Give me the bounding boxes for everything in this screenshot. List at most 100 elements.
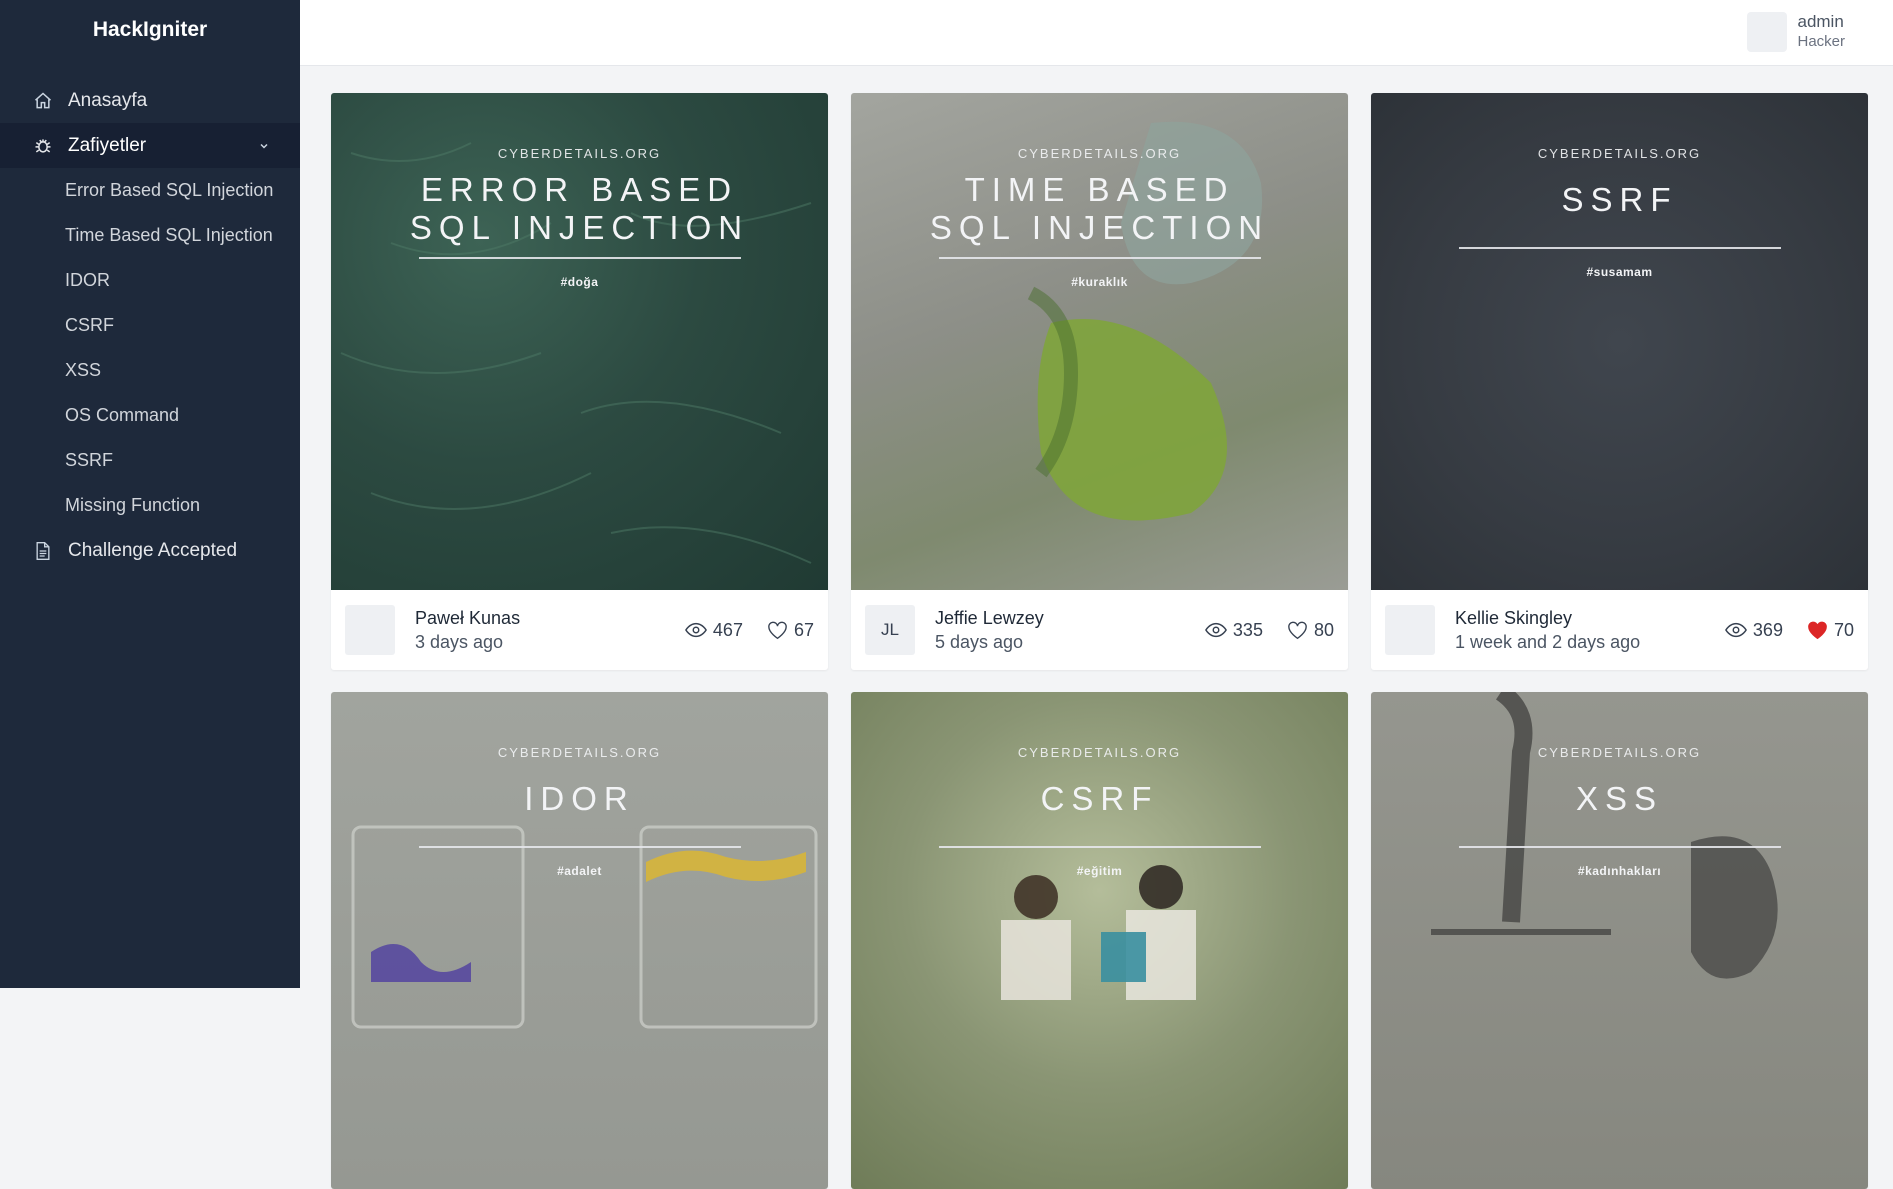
post-time: 5 days ago [935,631,1024,652]
author-name[interactable]: Kellie Skingley [1455,607,1640,630]
sidebar-subitem-error-based-sql[interactable]: Error Based SQL Injection [0,168,300,213]
avatar[interactable] [1747,12,1788,52]
heart-icon [768,621,787,639]
author-name[interactable]: Paweł Kunas [415,607,520,630]
sidebar-item-label: Anasayfa [68,89,148,111]
sidebar-subitem-csrf[interactable]: CSRF [0,303,300,348]
site-label: CYBERDETAILS.ORG [497,146,662,161]
sidebar-item-challenge-accepted[interactable]: Challenge Accepted [0,528,300,573]
post-time: 3 days ago [415,631,504,652]
card-title-line1: ERROR BASED [420,171,739,208]
card-meta: Kellie Skingley 1 week and 2 days ago 36… [1371,590,1868,670]
card-title-line2: SQL INJECTION [929,209,1270,246]
card-stats: 335 80 [1181,620,1334,641]
author-avatar[interactable] [345,605,395,655]
card-title-line1: TIME BASED [964,171,1235,208]
card-title: CSRF [851,780,1348,818]
card-tag: #kuraklık [1071,275,1128,289]
views-stat: 335 [1204,619,1263,641]
card-image[interactable]: CYBERDETAILS.ORG XSS #kadınhakları [1371,692,1868,1189]
likes-count: 67 [793,619,814,640]
post-time: 1 week and 2 days ago [1455,631,1641,652]
card-meta: JL Jeffie Lewzey 5 days ago 335 80 [851,590,1348,670]
eye-icon [684,622,707,638]
likes-count: 80 [1313,619,1334,640]
sidebar-subitem-time-based-sql[interactable]: Time Based SQL Injection [0,213,300,258]
sidebar-subitem-ssrf[interactable]: SSRF [0,438,300,483]
sidebar-subitem-idor[interactable]: IDOR [0,258,300,303]
card-title-line1: SSRF [1561,181,1678,218]
author-avatar[interactable] [1385,605,1435,655]
card-title: TIME BASED SQL INJECTION [851,171,1348,247]
card-overlay: CYBERDETAILS.ORG XSS #kadınhakları [1371,692,1868,878]
title-divider [938,846,1261,848]
document-icon [32,540,54,562]
like-button[interactable]: 70 [1807,620,1854,641]
home-icon [32,90,54,112]
title-divider [1458,846,1781,848]
card-time-based-sql[interactable]: CYBERDETAILS.ORG TIME BASED SQL INJECTIO… [851,93,1348,670]
like-button[interactable]: 80 [1287,620,1334,641]
card-overlay: CYBERDETAILS.ORG SSRF #susamam [1371,93,1868,279]
likes-count: 70 [1833,619,1854,640]
card-image[interactable]: CYBERDETAILS.ORG IDOR #adalet [331,692,828,1189]
top-bar: admin Hacker [300,0,1893,66]
card-image[interactable]: CYBERDETAILS.ORG ERROR BASED SQL INJECTI… [331,93,828,590]
card-image[interactable]: CYBERDETAILS.ORG SSRF #susamam [1371,93,1868,590]
site-label: CYBERDETAILS.ORG [497,745,662,760]
author-name[interactable]: Jeffie Lewzey [935,607,1044,630]
heart-icon [1288,621,1307,639]
card-meta: Paweł Kunas 3 days ago 467 67 [331,590,828,670]
sidebar-subitem-xss[interactable]: XSS [0,348,300,393]
card-overlay: CYBERDETAILS.ORG CSRF #eğitim [851,692,1348,878]
card-tag: #eğitim [1076,864,1123,878]
views-count: 369 [1752,619,1783,640]
sidebar: HackIgniter Anasayfa Zafiyetler Error Ba… [0,0,300,988]
card-title-line1: XSS [1575,780,1664,817]
sidebar-subitem-os-command[interactable]: OS Command [0,393,300,438]
site-label: CYBERDETAILS.ORG [1017,146,1182,161]
sidebar-subitem-missing-function[interactable]: Missing Function [0,483,300,528]
views-count: 467 [712,619,743,640]
card-idor[interactable]: CYBERDETAILS.ORG IDOR #adalet [331,692,828,1189]
card-overlay: CYBERDETAILS.ORG TIME BASED SQL INJECTIO… [851,93,1348,289]
author-avatar[interactable]: JL [865,605,915,655]
card-tag: #adalet [557,864,602,878]
card-csrf[interactable]: CYBERDETAILS.ORG CSRF #eğitim [851,692,1348,1189]
chevron-down-icon [258,140,270,152]
sidebar-item-zafiyetler[interactable]: Zafiyetler [0,123,300,168]
user-role: Hacker [1797,33,1845,50]
card-xss[interactable]: CYBERDETAILS.ORG XSS #kadınhakları [1371,692,1868,1189]
user-menu[interactable]: admin Hacker [1747,12,1845,52]
card-stats: 369 70 [1701,620,1854,641]
site-label: CYBERDETAILS.ORG [1537,146,1702,161]
brand-logo[interactable]: HackIgniter [0,0,300,60]
card-ssrf[interactable]: CYBERDETAILS.ORG SSRF #susamam Kellie Sk… [1371,93,1868,670]
card-stats: 467 67 [661,620,814,641]
like-button[interactable]: 67 [767,620,814,641]
card-title-line1: CSRF [1040,780,1159,817]
sidebar-item-label: Challenge Accepted [68,539,238,561]
title-divider [938,257,1261,259]
card-image[interactable]: CYBERDETAILS.ORG CSRF #eğitim [851,692,1348,1189]
card-title-line1: IDOR [524,780,635,817]
card-error-based-sql[interactable]: CYBERDETAILS.ORG ERROR BASED SQL INJECTI… [331,93,828,670]
views-stat: 369 [1724,619,1783,641]
sidebar-item-anasayfa[interactable]: Anasayfa [0,78,300,123]
views-count: 335 [1232,619,1263,640]
site-label: CYBERDETAILS.ORG [1537,745,1702,760]
card-title: IDOR [331,780,828,818]
card-title: SSRF [1371,181,1868,219]
sidebar-nav: Anasayfa Zafiyetler Error Based SQL Inje… [0,78,300,573]
card-image[interactable]: CYBERDETAILS.ORG TIME BASED SQL INJECTIO… [851,93,1348,590]
site-label: CYBERDETAILS.ORG [1017,745,1182,760]
eye-icon [1204,622,1227,638]
sidebar-item-label: Zafiyetler [68,134,147,156]
card-title: XSS [1371,780,1868,818]
views-stat: 467 [684,619,743,641]
eye-icon [1724,622,1747,638]
card-overlay: CYBERDETAILS.ORG ERROR BASED SQL INJECTI… [331,93,828,289]
card-tag: #kadınhakları [1577,864,1662,878]
heart-filled-icon [1808,621,1827,639]
title-divider [418,846,741,848]
